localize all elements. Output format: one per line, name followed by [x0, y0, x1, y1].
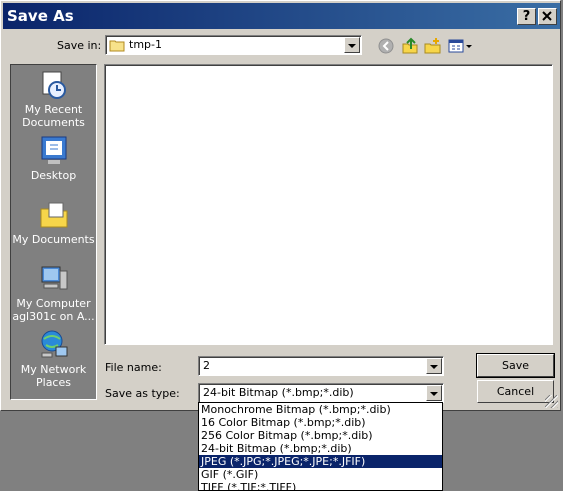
- save-in-dropdown-arrow[interactable]: [344, 37, 360, 53]
- close-icon: [542, 11, 552, 21]
- my-documents-icon: [38, 199, 70, 231]
- places-bar: My Recent Documents Desktop My Documents…: [10, 64, 97, 400]
- dropdown-option[interactable]: GIF (*.GIF): [199, 468, 442, 481]
- dropdown-option[interactable]: 256 Color Bitmap (*.bmp;*.dib): [199, 429, 442, 442]
- file-name-value: 2: [203, 359, 210, 372]
- place-my-recent-documents[interactable]: My Recent Documents: [11, 69, 96, 129]
- network-places-icon: [38, 329, 70, 361]
- window-title: Save As: [7, 7, 74, 25]
- place-label-line: My Recent: [24, 103, 83, 116]
- place-label-line: agl301c on A...: [12, 310, 95, 323]
- place-label-line: My Computer: [16, 297, 91, 310]
- save-as-type-value: 24-bit Bitmap (*.bmp;*.dib): [203, 386, 354, 399]
- place-label-line: Desktop: [30, 169, 77, 182]
- my-computer-icon: [38, 263, 70, 295]
- file-name-dropdown-arrow[interactable]: [426, 358, 442, 374]
- place-my-network-places[interactable]: My Network Places: [11, 329, 96, 389]
- save-in-combo[interactable]: tmp-1: [105, 35, 362, 55]
- views-menu-icon[interactable]: [448, 37, 474, 55]
- dropdown-option[interactable]: 16 Color Bitmap (*.bmp;*.dib): [199, 416, 442, 429]
- file-name-label: File name:: [105, 361, 162, 374]
- save-button[interactable]: Save: [476, 353, 555, 378]
- save-as-type-label: Save as type:: [105, 387, 180, 400]
- resize-grip-icon[interactable]: [545, 395, 558, 408]
- close-button[interactable]: [538, 8, 557, 25]
- desktop-icon: [38, 135, 70, 167]
- file-name-input[interactable]: 2: [198, 356, 444, 376]
- dropdown-option-highlighted[interactable]: JPEG (*.JPG;*.JPEG;*.JPE;*.JFIF): [199, 455, 442, 468]
- save-as-type-dropdown-arrow[interactable]: [426, 385, 442, 401]
- save-in-value: tmp-1: [129, 38, 162, 51]
- save-as-dialog: Save As ? Save in: tmp-1 My Recent Docum…: [0, 0, 561, 411]
- place-desktop[interactable]: Desktop: [11, 135, 96, 182]
- place-my-documents[interactable]: My Documents: [11, 199, 96, 246]
- file-list-view[interactable]: [104, 64, 553, 345]
- dropdown-option[interactable]: Monochrome Bitmap (*.bmp;*.dib): [199, 403, 442, 416]
- place-label-line: My Network: [20, 363, 87, 376]
- back-icon[interactable]: [377, 37, 395, 55]
- save-as-type-select[interactable]: 24-bit Bitmap (*.bmp;*.dib): [198, 383, 444, 403]
- up-folder-icon[interactable]: [401, 37, 419, 55]
- cancel-button[interactable]: Cancel: [477, 380, 554, 403]
- place-my-computer[interactable]: My Computer agl301c on A...: [11, 263, 96, 323]
- title-bar[interactable]: Save As ?: [3, 3, 560, 29]
- folder-icon: [109, 40, 125, 52]
- place-label-line: Places: [36, 376, 71, 389]
- dropdown-option[interactable]: TIFF (*.TIF;*.TIFF): [199, 481, 442, 490]
- save-as-type-dropdown-list[interactable]: Monochrome Bitmap (*.bmp;*.dib) 16 Color…: [198, 402, 443, 491]
- place-label-line: Documents: [22, 116, 85, 129]
- recent-documents-icon: [38, 69, 70, 101]
- new-folder-icon[interactable]: [424, 37, 442, 55]
- place-label-line: My Documents: [12, 233, 95, 246]
- dropdown-option[interactable]: 24-bit Bitmap (*.bmp;*.dib): [199, 442, 442, 455]
- save-in-label: Save in:: [57, 39, 102, 52]
- help-button[interactable]: ?: [517, 8, 536, 25]
